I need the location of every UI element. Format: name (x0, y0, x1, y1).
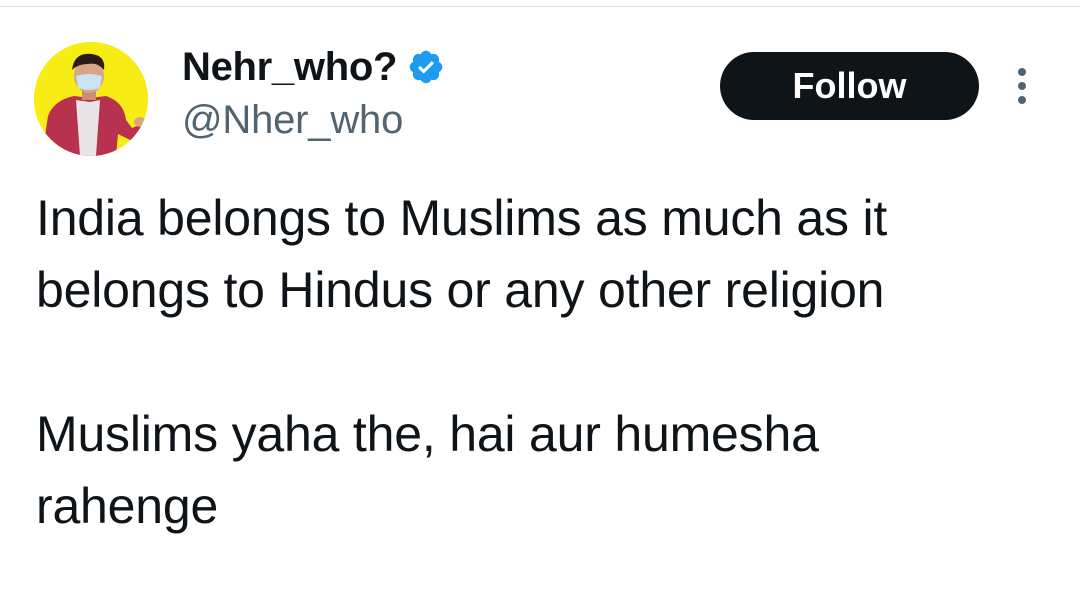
avatar-image (34, 42, 148, 156)
tweet-text-line: rahenge (36, 478, 219, 534)
more-vertical-icon[interactable] (1010, 66, 1034, 106)
verified-badge-icon (407, 48, 445, 86)
tweet-text-line: Muslims yaha the, hai aur humesha (36, 406, 819, 462)
display-name[interactable]: Nehr_who? (182, 45, 397, 90)
author-name-row: Nehr_who? (182, 42, 445, 92)
avatar[interactable] (34, 42, 148, 156)
follow-button[interactable]: Follow (720, 52, 979, 120)
tweet-text-line: belongs to Hindus or any other religion (36, 262, 885, 318)
tweet-text-line: India belongs to Muslims as much as it (36, 190, 888, 246)
top-divider (0, 6, 1080, 7)
author-handle[interactable]: @Nher_who (182, 98, 403, 143)
